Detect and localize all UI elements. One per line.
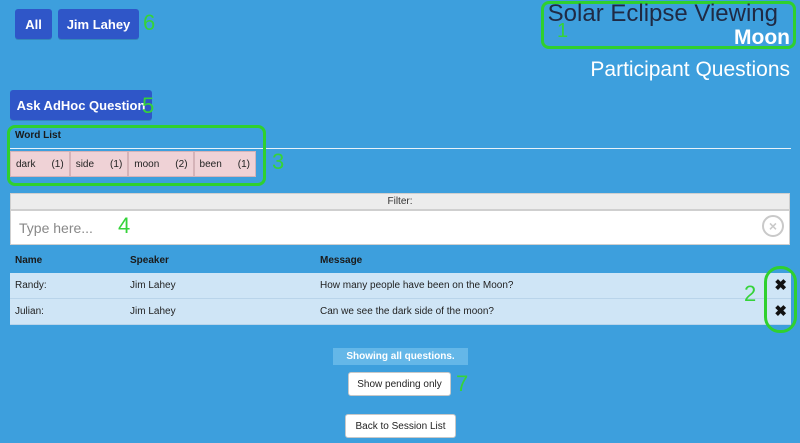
word-chip-count: (1) — [110, 158, 123, 170]
column-header-name: Name — [15, 255, 43, 266]
annotation-box-2 — [764, 266, 797, 333]
filter-all-button[interactable]: All — [15, 9, 52, 39]
annotation-5: 5 — [142, 93, 155, 118]
filter-speaker-button[interactable]: Jim Lahey — [58, 9, 139, 39]
word-chip-moon[interactable]: moon (2) — [128, 151, 194, 177]
annotation-7: 7 — [456, 371, 469, 396]
session-title: Solar Eclipse Viewing — [547, 0, 778, 27]
word-chip-text: dark — [16, 158, 36, 170]
word-chip-text: moon — [134, 158, 160, 170]
table-row: Randy: Jim Lahey How many people have be… — [10, 273, 791, 299]
column-header-message: Message — [320, 255, 363, 266]
word-list-label: Word List — [15, 130, 61, 141]
word-chip-dark[interactable]: dark (1) — [10, 151, 70, 177]
row-name: Julian: — [15, 306, 44, 317]
ask-adhoc-button[interactable]: Ask AdHoc Question — [10, 90, 152, 120]
row-message: How many people have been on the Moon? — [320, 280, 514, 291]
word-chip-text: side — [75, 158, 95, 170]
word-list: dark (1) side (1) moon (2) been (1) — [10, 151, 257, 177]
word-chip-been[interactable]: been (1) — [193, 151, 257, 177]
page-title: Participant Questions — [590, 58, 790, 81]
word-chip-count: (1) — [51, 158, 64, 170]
annotation-6: 6 — [143, 10, 156, 35]
word-chip-text: been — [199, 158, 222, 170]
show-pending-button[interactable]: Show pending only — [348, 372, 451, 396]
annotation-4: 4 — [118, 213, 131, 238]
annotation-3: 3 — [272, 149, 285, 174]
table-row: Julian: Jim Lahey Can we see the dark si… — [10, 299, 791, 325]
row-name: Randy: — [15, 280, 47, 291]
status-badge: Showing all questions. — [333, 348, 468, 365]
back-to-session-list-button[interactable]: Back to Session List — [345, 414, 456, 438]
clear-icon[interactable]: × — [762, 215, 784, 237]
column-header-speaker: Speaker — [130, 255, 169, 266]
row-speaker: Jim Lahey — [130, 280, 176, 291]
word-chip-count: (1) — [237, 158, 251, 170]
annotation-2: 2 — [744, 281, 757, 306]
session-subtitle: Moon — [734, 26, 790, 49]
word-chip-side[interactable]: side (1) — [69, 151, 129, 177]
word-chip-count: (2) — [175, 158, 188, 170]
filter-label: Filter: — [10, 193, 790, 210]
row-speaker: Jim Lahey — [130, 306, 176, 317]
row-message: Can we see the dark side of the moon? — [320, 306, 494, 317]
